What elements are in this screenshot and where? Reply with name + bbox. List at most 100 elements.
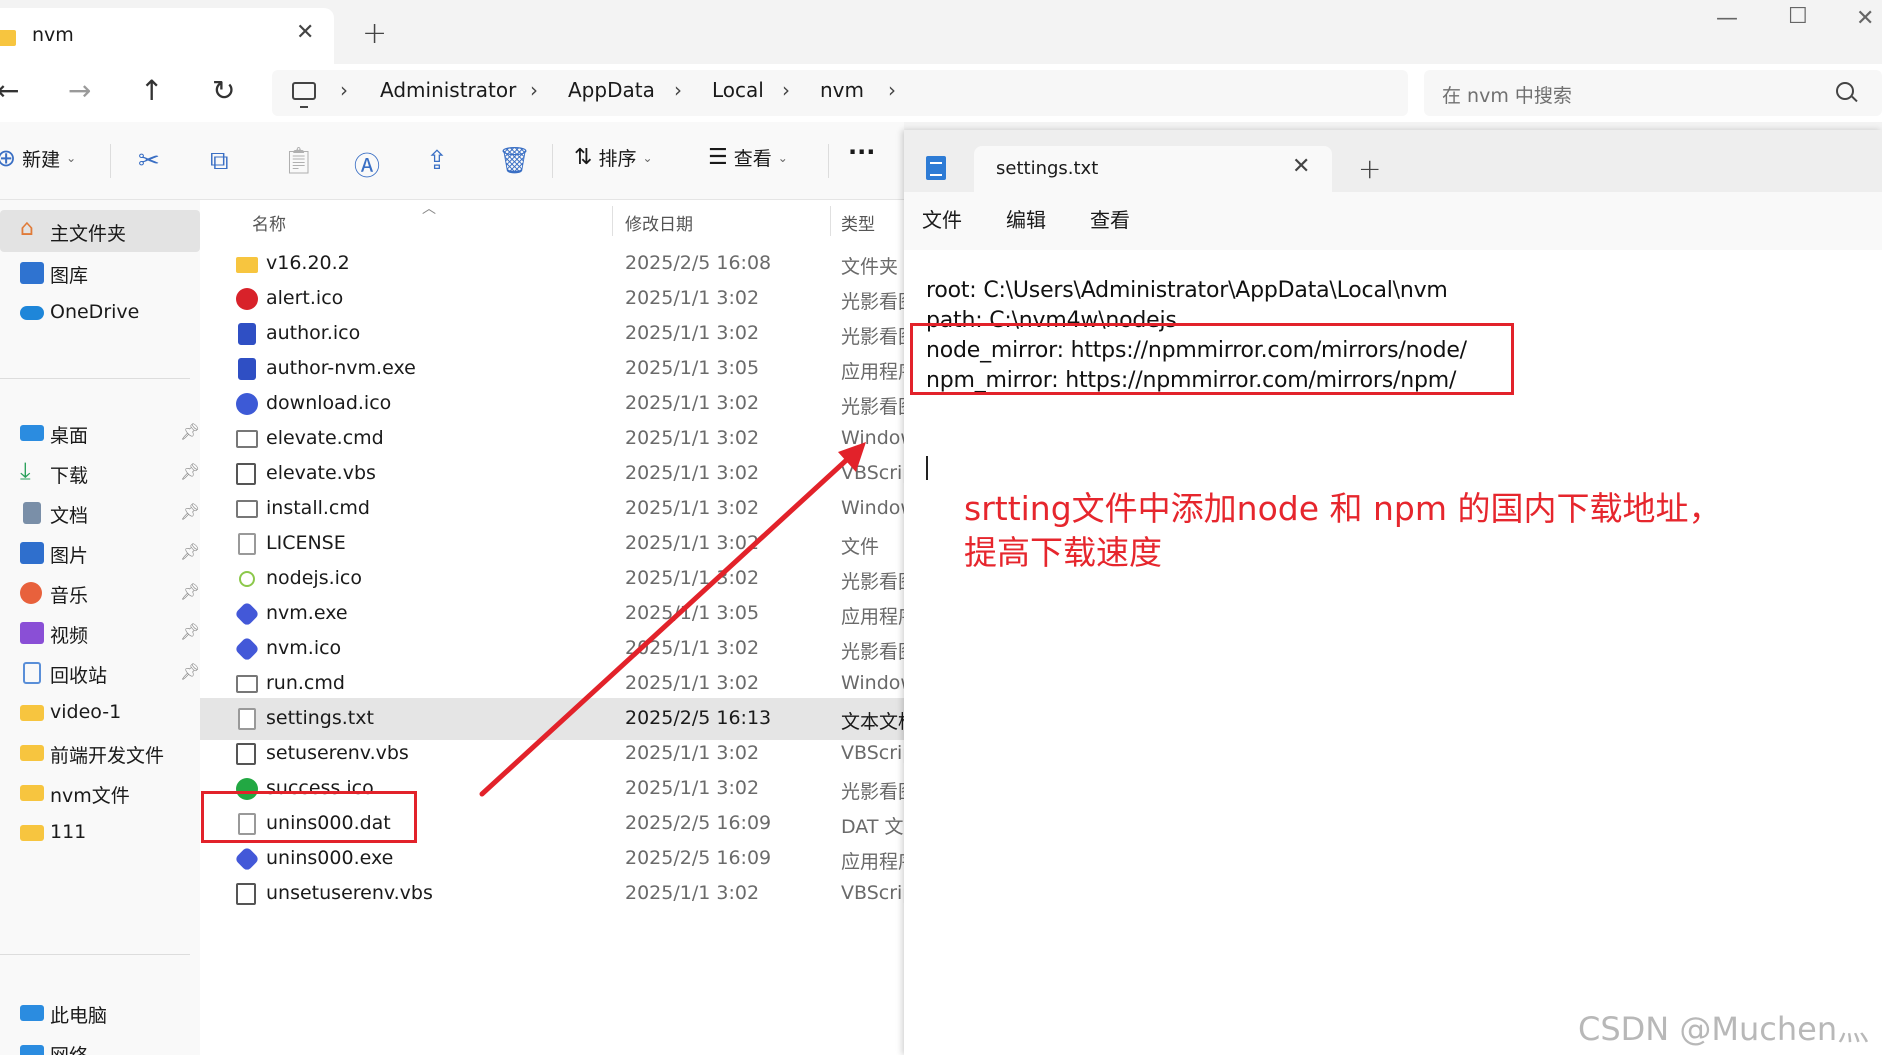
file-type: 光影看图 — [841, 326, 904, 348]
notepad-icon — [926, 156, 946, 180]
notepad-tab[interactable]: settings.txt ✕ — [974, 146, 1332, 192]
new-button[interactable]: ⊕ 新建 ⌄ — [0, 144, 76, 172]
paste-icon[interactable]: 📋︎ — [282, 146, 315, 176]
forward-arrow-icon[interactable]: → — [68, 74, 91, 107]
pin-icon[interactable]: 📌︎ — [180, 462, 200, 481]
sidebar-item-videos[interactable]: 视频 📌︎ — [0, 612, 200, 654]
address-bar[interactable]: › Administrator › AppData › Local › nvm … — [272, 70, 1408, 116]
sidebar-item-home[interactable]: ⌂ 主文件夹 — [0, 210, 200, 252]
new-tab-button[interactable]: + — [1358, 152, 1381, 185]
file-name: unsetuserenv.vbs — [266, 882, 433, 904]
pin-icon[interactable]: 📌︎ — [180, 422, 200, 441]
chevron-right-icon[interactable]: › — [888, 78, 896, 102]
sidebar-item-desktop[interactable]: 桌面 📌︎ — [0, 412, 200, 454]
file-date: 2025/1/1 3:02 — [625, 322, 760, 344]
file-date: 2025/2/5 16:09 — [625, 812, 772, 834]
sidebar-item-label: nvm文件 — [50, 785, 130, 807]
file-date: 2025/1/1 3:02 — [625, 532, 760, 554]
rename-icon[interactable]: Ⓐ — [354, 146, 380, 183]
up-arrow-icon[interactable]: ↑ — [140, 74, 163, 107]
column-divider[interactable] — [612, 206, 613, 236]
breadcrumb-nvm[interactable]: nvm — [820, 78, 864, 102]
sidebar-item-folder[interactable]: 前端开发文件 — [0, 732, 200, 774]
breadcrumb-local[interactable]: Local — [712, 78, 764, 102]
file-date: 2025/1/1 3:02 — [625, 742, 760, 764]
breadcrumb-administrator[interactable]: Administrator — [380, 78, 516, 102]
column-header-type[interactable]: 类型 — [841, 210, 875, 235]
music-icon — [20, 582, 42, 604]
share-icon[interactable]: ⇪ — [426, 146, 448, 176]
file-date: 2025/1/1 3:02 — [625, 392, 760, 414]
sidebar-item-label: 主文件夹 — [50, 223, 127, 245]
sidebar-item-folder[interactable]: 111 — [0, 812, 200, 854]
nvm-icon — [234, 636, 260, 662]
breadcrumb-appdata[interactable]: AppData — [568, 78, 655, 102]
pin-icon[interactable]: 📌︎ — [180, 502, 200, 521]
explorer-tab[interactable]: nvm ✕ — [0, 8, 334, 64]
sidebar-item-documents[interactable]: 文档 📌︎ — [0, 492, 200, 534]
file-date: 2025/1/1 3:02 — [625, 882, 760, 904]
pin-icon[interactable]: 📌︎ — [180, 662, 200, 681]
more-options-button[interactable]: ··· — [848, 138, 875, 166]
sidebar-item-folder[interactable]: video-1 — [0, 692, 200, 734]
sidebar-item-recycle-bin[interactable]: 回收站 📌︎ — [0, 652, 200, 694]
sidebar-item-label: 前端开发文件 — [50, 745, 165, 767]
sidebar-item-network[interactable]: 网络 — [0, 1032, 200, 1055]
annotation-text: srtting文件中添加node 和 npm 的国内下载地址， 提高下载速度 — [964, 487, 1722, 575]
file-name: settings.txt — [266, 707, 374, 729]
home-icon: ⌂ — [20, 216, 34, 241]
sort-button[interactable]: ⇅ 排序 ⌄ — [574, 144, 653, 171]
file-type: 应用程序 — [841, 606, 904, 628]
column-header-name[interactable]: 名称 — [252, 210, 286, 235]
computer-icon — [20, 1005, 44, 1021]
refresh-icon[interactable]: ↻ — [212, 74, 235, 107]
sidebar-item-gallery[interactable]: 图库 — [0, 252, 200, 294]
cmd-icon — [236, 500, 258, 518]
column-divider[interactable] — [830, 206, 831, 236]
file-date: 2025/1/1 3:02 — [625, 672, 760, 694]
sidebar-item-label: 网络 — [50, 1041, 88, 1055]
back-arrow-icon[interactable]: ← — [0, 74, 19, 107]
search-box[interactable]: 在 nvm 中搜索 — [1424, 70, 1882, 116]
new-tab-button[interactable]: + — [362, 16, 387, 51]
chevron-right-icon[interactable]: › — [340, 78, 348, 102]
menu-file[interactable]: 文件 — [922, 204, 962, 233]
notepad-tab-label: settings.txt — [996, 158, 1099, 179]
settings-file-highlight-box — [201, 791, 417, 843]
sidebar-item-music[interactable]: 音乐 📌︎ — [0, 572, 200, 614]
view-button[interactable]: ☰ 查看 ⌄ — [708, 144, 788, 171]
minimize-icon[interactable]: — — [1716, 6, 1738, 31]
pin-icon[interactable]: 📌︎ — [180, 582, 200, 601]
sidebar-item-onedrive[interactable]: OneDrive — [0, 292, 200, 334]
pin-icon[interactable]: 📌︎ — [180, 542, 200, 561]
sidebar-item-downloads[interactable]: ⤓ 下载 📌︎ — [0, 452, 200, 494]
chevron-right-icon[interactable]: › — [782, 78, 790, 102]
document-icon — [23, 502, 41, 524]
maximize-icon[interactable]: ☐ — [1788, 4, 1808, 29]
chevron-down-icon: ⌄ — [777, 150, 788, 165]
close-tab-icon[interactable]: ✕ — [296, 20, 314, 45]
copy-icon[interactable]: ⧉ — [210, 146, 229, 177]
sidebar-item-this-pc[interactable]: 此电脑 — [0, 992, 200, 1034]
chevron-right-icon[interactable]: › — [530, 78, 538, 102]
sidebar-item-label: video-1 — [50, 701, 122, 723]
menu-edit[interactable]: 编辑 — [1006, 204, 1046, 233]
close-window-icon[interactable]: ✕ — [1856, 6, 1874, 31]
network-icon — [20, 1045, 44, 1055]
notepad-menu-bar: 文件 编辑 查看 — [904, 192, 1882, 250]
sidebar-item-pictures[interactable]: 图片 📌︎ — [0, 532, 200, 574]
sidebar-item-folder[interactable]: nvm文件 — [0, 772, 200, 814]
menu-view[interactable]: 查看 — [1090, 204, 1130, 233]
chevron-right-icon[interactable]: › — [674, 78, 682, 102]
column-header-date[interactable]: 修改日期 — [625, 210, 693, 235]
search-input[interactable]: 在 nvm 中搜索 — [1442, 81, 1572, 108]
text-file-icon — [238, 708, 256, 730]
cut-icon[interactable]: ✂ — [138, 146, 160, 176]
search-icon[interactable] — [1836, 82, 1854, 100]
sidebar-item-label: 桌面 — [50, 425, 89, 447]
pin-icon[interactable]: 📌︎ — [180, 622, 200, 641]
delete-icon[interactable]: 🗑︎ — [498, 146, 531, 176]
file-row[interactable]: unsetuserenv.vbs 2025/1/1 3:02 VBScript — [200, 873, 904, 915]
file-name: v16.20.2 — [266, 252, 350, 274]
close-tab-icon[interactable]: ✕ — [1292, 154, 1310, 179]
